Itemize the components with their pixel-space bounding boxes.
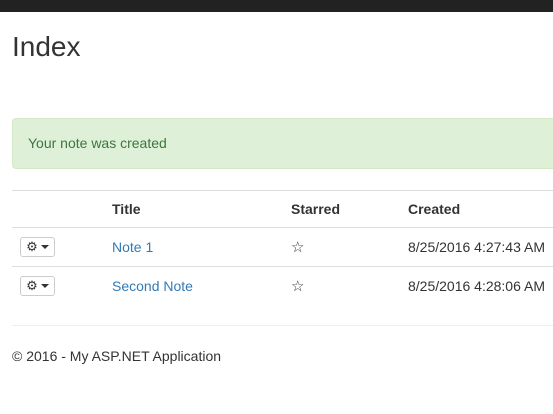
star-outline-icon[interactable]: ☆ — [291, 238, 304, 256]
table-row: ⚙ Second Note ☆ 8/25/2016 4:28:06 AM — [12, 266, 553, 306]
navbar — [0, 0, 553, 12]
note-title-link[interactable]: Second Note — [112, 278, 193, 294]
header-actions — [12, 190, 112, 228]
row-actions-cell: ⚙ — [12, 266, 112, 306]
title-cell: Note 1 — [112, 227, 291, 267]
footer-divider — [12, 325, 553, 326]
star-outline-icon[interactable]: ☆ — [291, 277, 304, 295]
footer-text: © 2016 - My ASP.NET Application — [12, 348, 222, 364]
header-created: Created — [408, 190, 553, 228]
gear-icon: ⚙ — [26, 239, 38, 255]
header-starred: Starred — [291, 190, 408, 228]
notes-table: Title Starred Created ⚙ Note 1 ☆ 8/25/20… — [12, 190, 553, 306]
success-alert: Your note was created — [12, 118, 553, 169]
header-title: Title — [112, 190, 291, 228]
page-title: Index — [12, 31, 81, 62]
starred-cell: ☆ — [291, 227, 408, 267]
caret-down-icon — [40, 245, 49, 249]
row-actions-cell: ⚙ — [12, 227, 112, 267]
created-cell: 8/25/2016 4:28:06 AM — [408, 266, 553, 306]
table-row: ⚙ Note 1 ☆ 8/25/2016 4:27:43 AM — [12, 227, 553, 267]
created-cell: 8/25/2016 4:27:43 AM — [408, 227, 553, 267]
gear-icon: ⚙ — [26, 278, 38, 294]
title-cell: Second Note — [112, 266, 291, 306]
caret-down-icon — [40, 284, 49, 289]
starred-cell: ☆ — [291, 266, 408, 306]
note-title-link[interactable]: Note 1 — [112, 239, 153, 255]
row-actions-dropdown-button[interactable]: ⚙ — [20, 276, 55, 297]
row-actions-dropdown-button[interactable]: ⚙ — [20, 237, 55, 257]
table-header-row: Title Starred Created — [12, 190, 553, 228]
